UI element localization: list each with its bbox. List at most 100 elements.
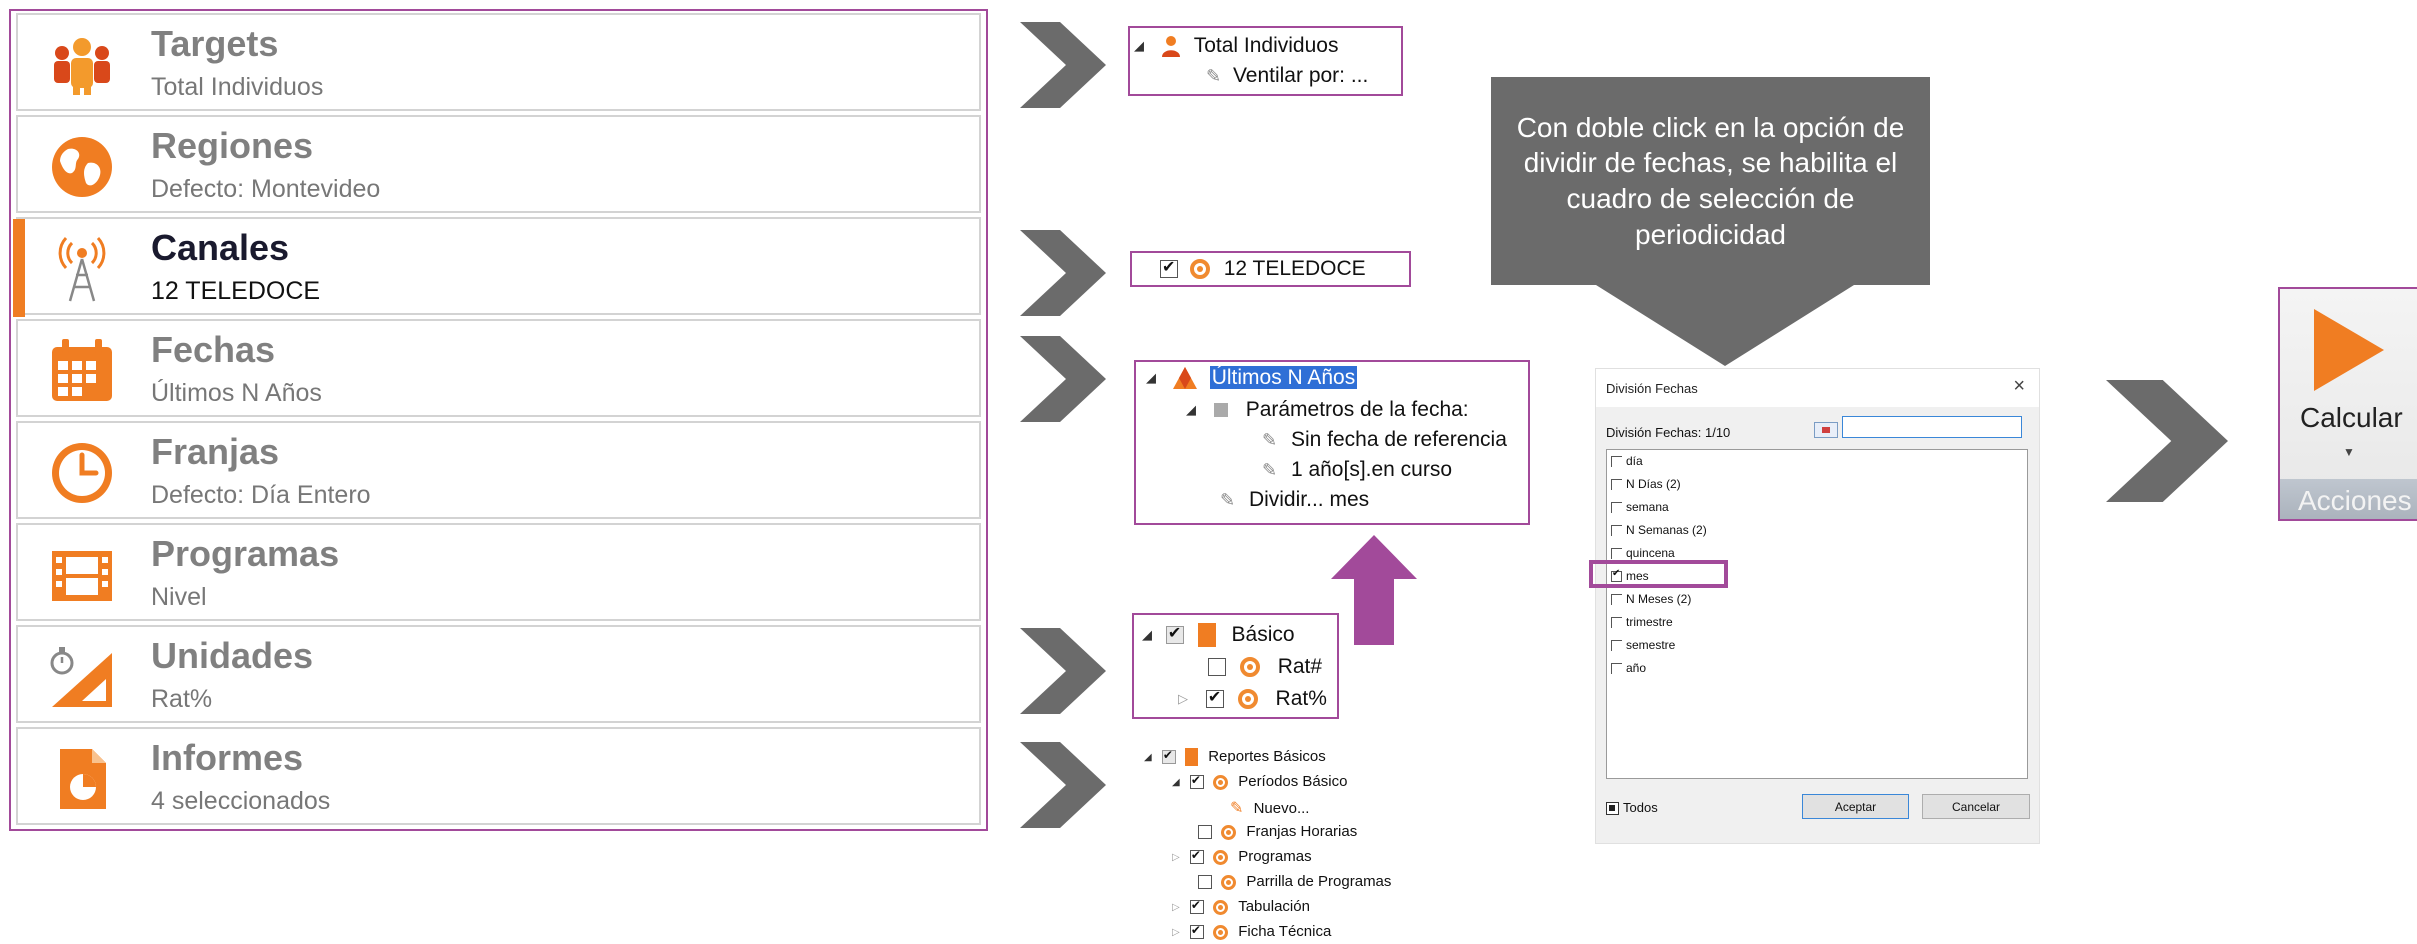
checkbox[interactable] [1160, 257, 1178, 279]
collapse-triangle-icon[interactable]: ◢ [1186, 402, 1196, 418]
accept-button[interactable]: Aceptar [1802, 794, 1909, 819]
tree-row[interactable]: Rat# [1208, 655, 1322, 679]
option-label: N Semanas (2) [1626, 523, 1707, 537]
nav-item-franjas[interactable]: Franjas Defecto: Día Entero [16, 421, 981, 519]
list-item[interactable]: año [1611, 661, 1646, 675]
tree-row[interactable]: ▷ Ficha Técnica [1172, 923, 1331, 940]
calcular-button[interactable]: Calcular [2300, 402, 2403, 434]
nav-item-fechas[interactable]: Fechas Últimos N Años [16, 319, 981, 417]
checkbox[interactable] [1165, 623, 1184, 645]
checkbox[interactable] [1611, 663, 1622, 675]
play-icon[interactable] [2310, 307, 2388, 393]
informes-tree: ◢ Reportes Básicos ◢ Períodos Básico ✎ N… [1140, 744, 1440, 944]
tree-row[interactable]: ✎ Ventilar por: ... [1206, 64, 1368, 88]
down-arrow-icon [1596, 265, 1854, 366]
checkbox[interactable] [1611, 456, 1622, 468]
tree-label: Rat% [1275, 687, 1327, 710]
tree-row[interactable]: ◢ Total Individuos [1134, 34, 1338, 58]
tree-row[interactable]: ◢ Básico [1142, 623, 1295, 648]
option-label: N Meses (2) [1626, 592, 1692, 606]
tree-row[interactable]: ✎ Dividir... mes [1220, 488, 1369, 512]
todos-checkbox[interactable]: Todos [1606, 800, 1658, 816]
calendar-button[interactable] [1814, 422, 1838, 438]
wand-icon: ✎ [1262, 460, 1278, 480]
checkbox[interactable] [1611, 548, 1622, 560]
list-item[interactable]: semestre [1611, 638, 1675, 652]
tree-row[interactable]: ◢ Reportes Básicos [1144, 748, 1326, 767]
active-indicator [13, 219, 25, 317]
tree-row[interactable]: ▷ Tabulación [1172, 898, 1310, 915]
expand-triangle-icon[interactable]: ▷ [1172, 927, 1180, 938]
tree-row[interactable]: Parrilla de Programas [1198, 873, 1391, 890]
tree-row[interactable]: ▷ Rat% [1178, 687, 1327, 711]
ruler-timer-icon [50, 647, 112, 707]
unidades-tree: ◢ Básico Rat# ▷ Rat% [1132, 613, 1339, 719]
nav-item-regiones[interactable]: Regiones Defecto: Montevideo [16, 115, 981, 213]
option-label: quincena [1626, 546, 1675, 560]
checkbox[interactable] [1208, 658, 1226, 677]
checkbox[interactable] [1611, 479, 1622, 491]
checkbox[interactable] [1611, 640, 1622, 652]
collapse-triangle-icon[interactable]: ◢ [1142, 627, 1152, 643]
collapse-triangle-icon[interactable]: ◢ [1146, 370, 1156, 386]
tree-row[interactable]: ◢ Parámetros de la fecha: [1186, 398, 1469, 422]
checkbox[interactable] [1611, 502, 1622, 514]
checkbox[interactable] [1189, 773, 1204, 790]
checkbox[interactable] [1189, 898, 1204, 915]
checkbox[interactable] [1205, 687, 1224, 709]
checkbox[interactable] [1189, 923, 1204, 940]
list-item[interactable]: quincena [1611, 546, 1675, 560]
nav-item-programas[interactable]: Programas Nivel [16, 523, 981, 621]
checkbox[interactable] [1611, 617, 1622, 629]
report-dot-icon [1213, 924, 1229, 940]
people-icon [54, 38, 110, 95]
collapse-triangle-icon[interactable]: ◢ [1144, 752, 1152, 763]
callout-box: Con doble click en la opción de dividir … [1491, 77, 1930, 285]
tree-label: Ficha Técnica [1238, 923, 1332, 940]
checkbox[interactable] [1198, 875, 1212, 890]
tree-row[interactable]: ▷ Programas [1172, 848, 1312, 865]
nav-item-targets[interactable]: Targets Total Individuos [16, 13, 981, 111]
close-icon[interactable]: × [2013, 375, 2025, 398]
nav-title: Regiones [151, 125, 314, 166]
checkbox[interactable] [1189, 848, 1204, 865]
list-item[interactable]: trimestre [1611, 615, 1673, 629]
checkbox[interactable] [1606, 802, 1619, 816]
nav-item-unidades[interactable]: Unidades Rat% [16, 625, 981, 723]
tree-row[interactable]: ✎ Nuevo... [1230, 798, 1309, 818]
tree-row[interactable]: ✎ Sin fecha de referencia [1262, 428, 1507, 452]
tree-row[interactable]: ✎ 1 año[s].en curso [1262, 458, 1452, 482]
dialog-title: División Fechas [1606, 381, 1698, 396]
list-item[interactable]: N Semanas (2) [1611, 523, 1707, 537]
tree-row[interactable]: 12 TELEDOCE [1160, 257, 1366, 281]
tree-label: Tabulación [1238, 898, 1310, 915]
tree-row[interactable]: ◢ Períodos Básico [1172, 773, 1347, 790]
antenna-icon [58, 236, 106, 302]
list-item[interactable]: N Días (2) [1611, 477, 1681, 491]
up-arrow-icon [1331, 535, 1417, 645]
calendar-icon [52, 339, 112, 401]
list-item[interactable]: N Meses (2) [1611, 592, 1691, 606]
checkbox[interactable] [1161, 748, 1176, 765]
wand-icon: ✎ [1262, 430, 1278, 450]
cancel-button[interactable]: Cancelar [1922, 794, 2030, 819]
checkbox[interactable] [1198, 825, 1212, 840]
checkbox[interactable] [1611, 525, 1622, 537]
report-icon [60, 749, 106, 809]
collapse-triangle-icon[interactable]: ◢ [1172, 777, 1180, 788]
nav-item-canales[interactable]: Canales 12 TELEDOCE [13, 217, 981, 317]
nav-item-informes[interactable]: Informes 4 seleccionados [16, 727, 981, 825]
canales-tree: 12 TELEDOCE [1130, 251, 1411, 287]
expand-triangle-icon[interactable]: ▷ [1172, 902, 1180, 913]
checkbox[interactable] [1611, 594, 1622, 606]
expand-triangle-icon[interactable]: ▷ [1172, 852, 1180, 863]
list-item[interactable]: día [1611, 454, 1643, 468]
collapse-triangle-icon[interactable]: ◢ [1134, 38, 1144, 54]
tree-label: Sin fecha de referencia [1290, 428, 1507, 451]
expand-triangle-icon[interactable]: ▷ [1178, 691, 1188, 707]
tree-row[interactable]: ◢ Últimos N Años [1146, 366, 1358, 390]
tree-row[interactable]: Franjas Horarias [1198, 823, 1357, 840]
list-item[interactable]: semana [1611, 500, 1669, 514]
division-input[interactable] [1842, 416, 2022, 438]
caret-down-icon[interactable]: ▼ [2343, 445, 2355, 459]
